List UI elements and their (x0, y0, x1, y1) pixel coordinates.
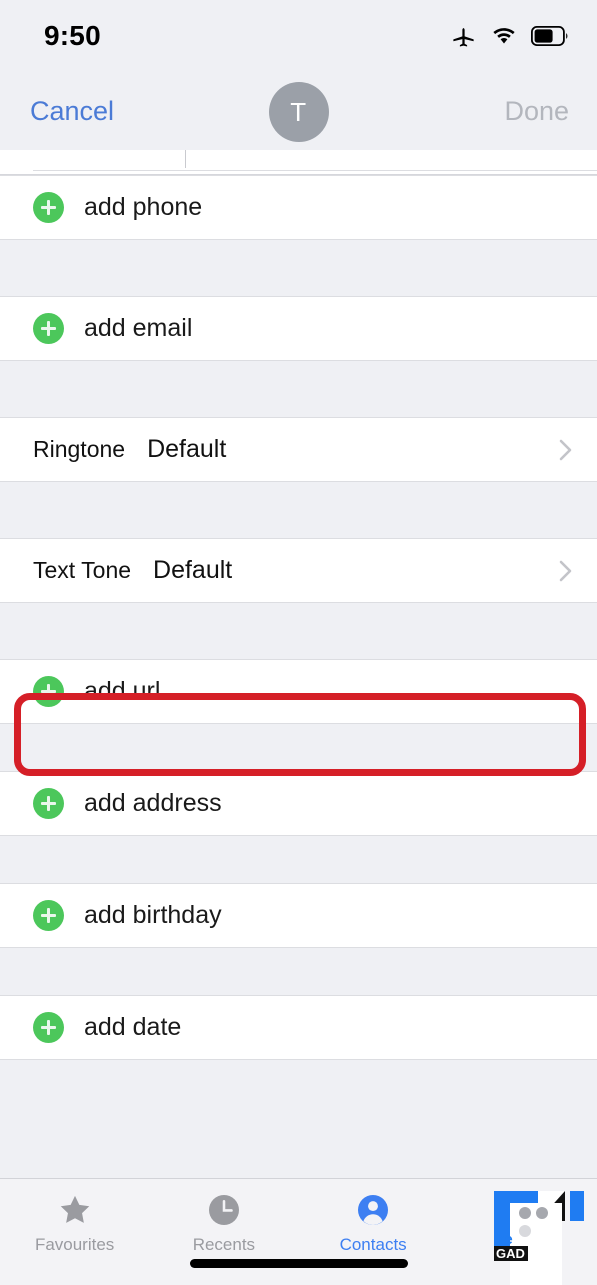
person-icon (355, 1191, 391, 1229)
plus-icon (33, 788, 64, 819)
chevron-right-icon (557, 435, 575, 465)
section-gap (0, 836, 597, 883)
row-label: add phone (84, 193, 203, 221)
row-add-phone[interactable]: add phone (0, 175, 597, 240)
tab-contacts[interactable]: Contacts (299, 1191, 448, 1255)
row-ringtone[interactable]: Ringtone Default (0, 417, 597, 482)
home-indicator (189, 1259, 408, 1268)
row-label: add url (84, 677, 161, 705)
plus-icon (33, 900, 64, 931)
battery-icon (531, 26, 571, 46)
field-underline (33, 170, 597, 171)
section-gap (0, 482, 597, 538)
field-divider (185, 150, 186, 168)
status-bar: 9:50 (0, 0, 597, 72)
tab-bar: Favourites Recents Contacts ke GAD (0, 1178, 597, 1285)
plus-icon (33, 1012, 64, 1043)
contact-edit-form[interactable]: add phone add email Ringtone Default Tex… (0, 150, 597, 1178)
keypad-icon (506, 1191, 538, 1229)
row-add-birthday[interactable]: add birthday (0, 883, 597, 948)
chevron-right-icon (557, 556, 575, 586)
section-gap (0, 724, 597, 771)
row-add-date[interactable]: add date (0, 995, 597, 1060)
airplane-mode-icon (450, 23, 477, 50)
tab-label: Favourites (34, 1235, 115, 1254)
cancel-button[interactable]: Cancel (30, 96, 114, 127)
row-key: Ringtone (33, 436, 126, 462)
section-gap (0, 603, 597, 659)
tab-favourites[interactable]: Favourites (0, 1191, 149, 1255)
avatar-initial: T (290, 96, 307, 127)
row-value: Default (147, 435, 227, 463)
row-label: add address (84, 789, 222, 817)
avatar[interactable]: T (268, 82, 329, 142)
section-gap (0, 361, 597, 417)
watermark-text: GAD (496, 1246, 525, 1261)
clock-icon (206, 1191, 242, 1229)
section-gap (0, 948, 597, 995)
status-time: 9:50 (44, 20, 101, 51)
plus-icon (33, 313, 64, 344)
status-icons (450, 23, 571, 50)
row-value: Default (153, 556, 233, 584)
tab-label: Contacts (339, 1235, 407, 1254)
star-icon (56, 1191, 94, 1229)
row-key: Text Tone (33, 557, 132, 583)
row-label: add date (84, 1013, 182, 1041)
phone-screen: 9:50 Cancel T Done add phone add email R… (0, 0, 597, 1285)
row-label: add birthday (84, 901, 222, 929)
tab-label: Recents (192, 1235, 256, 1254)
done-button[interactable]: Done (504, 96, 569, 127)
wifi-icon (490, 25, 518, 47)
row-label: add email (84, 314, 193, 342)
row-text-tone[interactable]: Text Tone Default (0, 538, 597, 603)
nav-bar: Cancel T Done (0, 72, 597, 150)
section-gap (0, 240, 597, 296)
partial-name-field-row[interactable] (0, 150, 597, 175)
tab-recents[interactable]: Recents (149, 1191, 298, 1255)
plus-icon (33, 192, 64, 223)
plus-icon (33, 676, 64, 707)
row-add-email[interactable]: add email (0, 296, 597, 361)
row-add-address[interactable]: add address (0, 771, 597, 836)
row-add-url[interactable]: add url (0, 659, 597, 724)
tab-keypad[interactable] (448, 1191, 597, 1235)
